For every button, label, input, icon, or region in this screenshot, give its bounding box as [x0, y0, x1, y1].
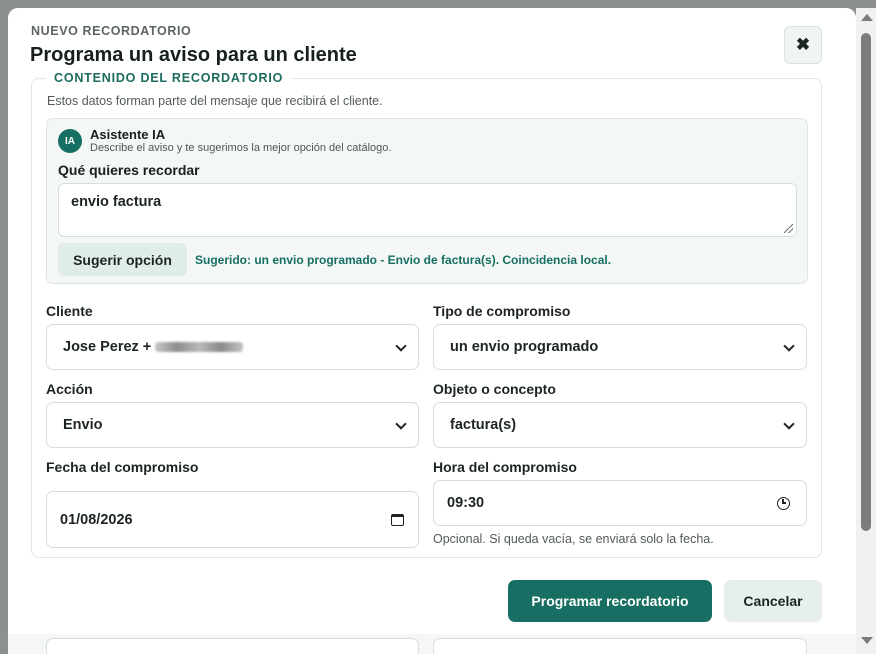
peek-field — [46, 638, 419, 654]
redacted-phone — [155, 342, 244, 352]
close-icon: ✖ — [795, 35, 811, 54]
hora-label: Hora del compromiso — [433, 459, 577, 475]
resize-handle-icon[interactable] — [784, 224, 793, 233]
ai-assistant-name: Asistente IA — [90, 127, 166, 142]
chevron-down-icon — [783, 418, 795, 430]
reminder-content-section: CONTENIDO DEL RECORDATORIO Estos datos f… — [31, 71, 822, 558]
tipo-label: Tipo de compromiso — [433, 303, 571, 319]
ai-avatar: IA — [58, 129, 82, 153]
section-description: Estos datos forman parte del mensaje que… — [47, 94, 383, 108]
accion-value: Envio — [63, 417, 103, 433]
chevron-down-icon — [395, 340, 407, 352]
accion-select[interactable]: Envio — [46, 402, 419, 448]
ai-prompt-label: Qué quieres recordar — [58, 162, 200, 178]
ai-prompt-textarea[interactable]: envio factura — [58, 183, 797, 237]
modal-title: Programa un aviso para un cliente — [30, 44, 357, 66]
fecha-input[interactable]: 01/08/2026 — [46, 491, 419, 548]
cliente-value: Jose Perez + — [63, 339, 152, 355]
schedule-reminder-button[interactable]: Programar recordatorio — [508, 580, 712, 622]
reminder-modal: NUEVO RECORDATORIO Programa un aviso par… — [8, 8, 856, 654]
ai-assistant-subtitle: Describe el aviso y te sugerimos la mejo… — [90, 142, 392, 154]
modal-eyebrow: NUEVO RECORDATORIO — [31, 24, 192, 38]
calendar-icon[interactable] — [391, 513, 404, 526]
hora-value: 09:30 — [447, 495, 485, 511]
cancel-button[interactable]: Cancelar — [724, 580, 822, 622]
objeto-select[interactable]: factura(s) — [433, 402, 807, 448]
suggest-option-button[interactable]: Sugerir opción — [58, 243, 187, 276]
close-button[interactable]: ✖ — [784, 26, 822, 64]
accion-label: Acción — [46, 381, 93, 397]
clock-icon[interactable] — [777, 496, 790, 510]
suggestion-text: Sugerido: un envio programado - Envio de… — [195, 253, 612, 267]
ai-prompt-value: envio factura — [71, 194, 162, 210]
hora-input[interactable]: 09:30 — [433, 480, 807, 526]
chevron-down-icon — [395, 418, 407, 430]
scroll-down-icon[interactable] — [861, 637, 873, 644]
chevron-down-icon — [783, 340, 795, 352]
scroll-thumb[interactable] — [861, 33, 871, 531]
fecha-label: Fecha del compromiso — [46, 459, 199, 475]
cliente-select[interactable]: Jose Perez + — [46, 324, 419, 370]
vertical-scrollbar[interactable] — [856, 8, 876, 654]
section-legend: CONTENIDO DEL RECORDATORIO — [46, 71, 292, 85]
tipo-value: un envio programado — [450, 339, 599, 355]
objeto-label: Objeto o concepto — [433, 381, 556, 397]
peek-field — [433, 638, 807, 654]
scroll-up-icon[interactable] — [861, 14, 873, 21]
cliente-label: Cliente — [46, 303, 93, 319]
background-table-peek — [8, 634, 856, 654]
hora-hint: Opcional. Si queda vacía, se enviará sol… — [433, 532, 714, 546]
ai-assistant-panel: IA Asistente IA Describe el aviso y te s… — [46, 118, 808, 284]
tipo-select[interactable]: un envio programado — [433, 324, 807, 370]
objeto-value: factura(s) — [450, 417, 517, 433]
fecha-value: 01/08/2026 — [60, 511, 133, 528]
